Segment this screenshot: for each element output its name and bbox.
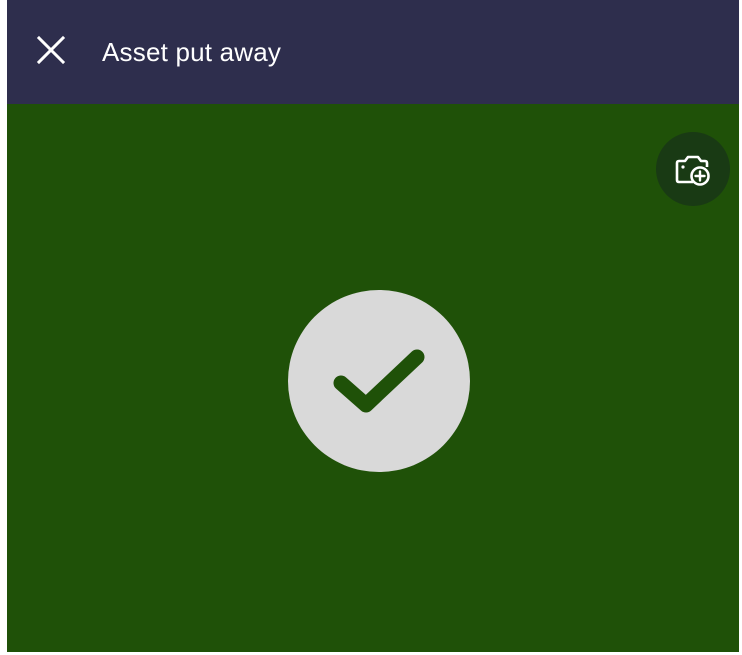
app-bar: Asset put away <box>7 0 739 104</box>
add-photo-icon <box>675 155 710 186</box>
success-indicator <box>288 290 470 472</box>
add-photo-button[interactable] <box>656 132 730 206</box>
check-icon <box>333 349 425 413</box>
asset-put-away-screen: Asset put away <box>7 0 739 652</box>
success-panel <box>7 104 739 652</box>
close-icon <box>36 35 66 65</box>
close-button[interactable] <box>29 28 73 72</box>
page-title: Asset put away <box>102 37 282 67</box>
